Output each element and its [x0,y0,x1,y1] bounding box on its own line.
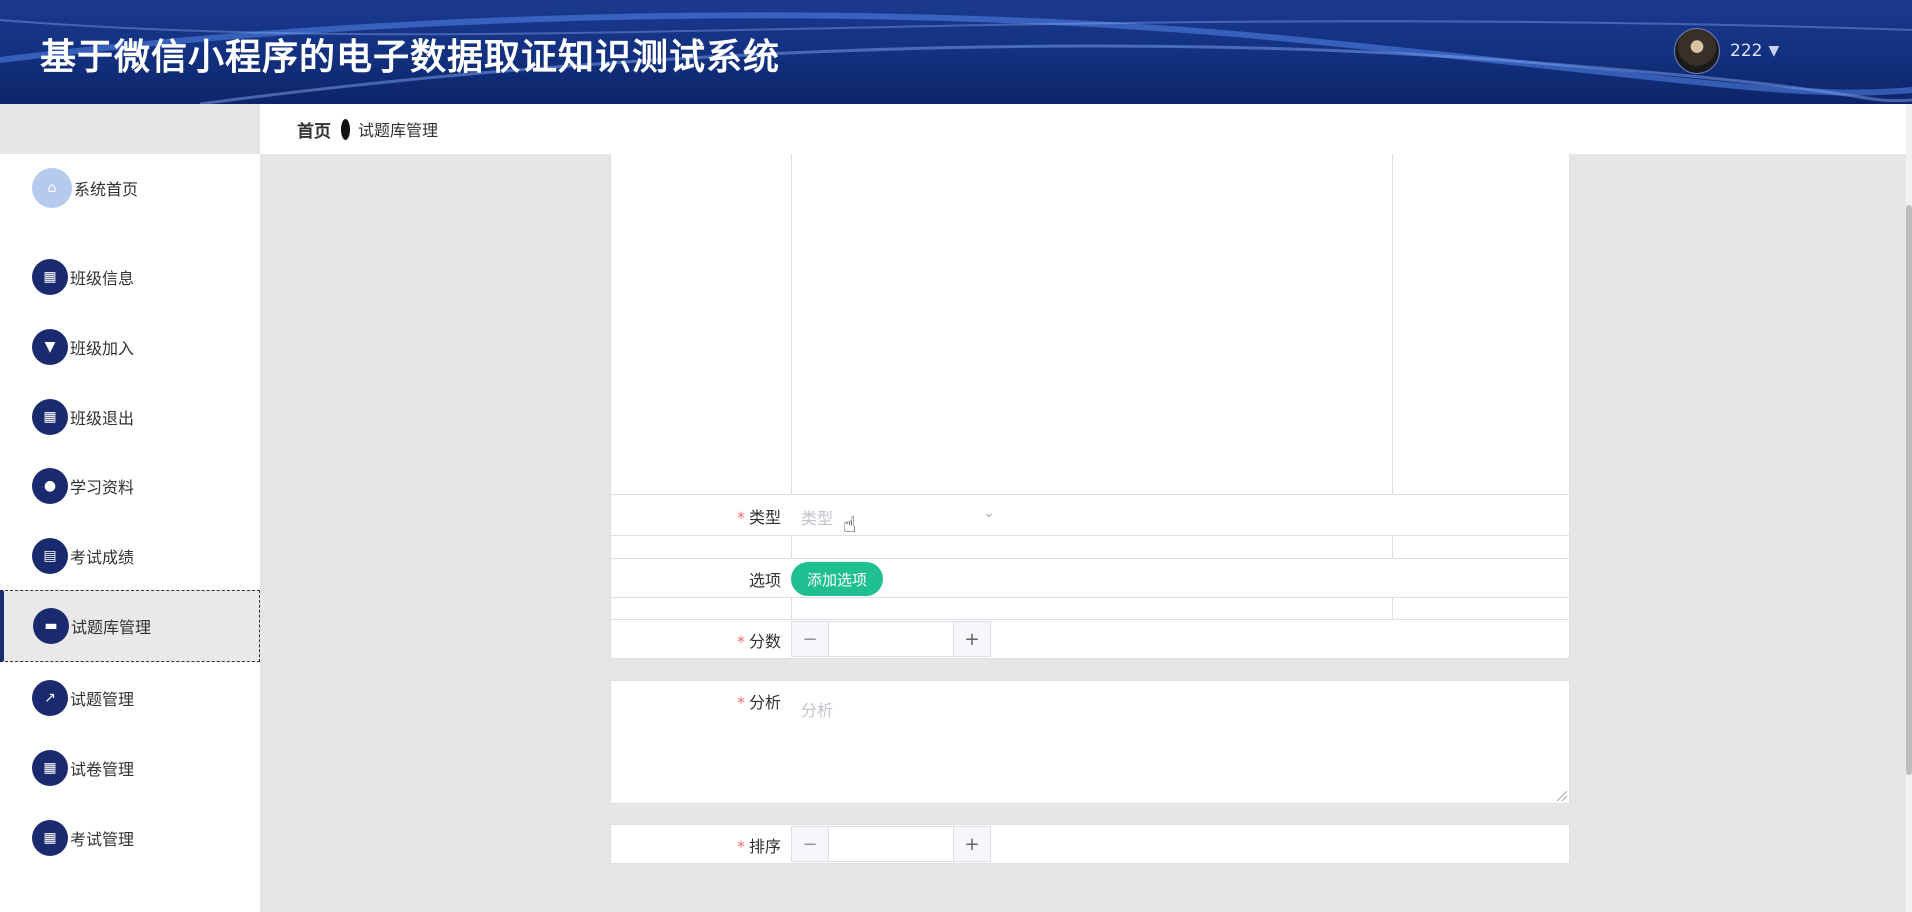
caret-down-icon[interactable]: ▼ [1768,43,1779,59]
app-header: 基于微信小程序的电子数据取证知识测试系统 222 ▼ [0,0,1912,104]
options-row: 选项 添加选项 [610,558,1570,598]
sidebar-item-question-bank[interactable]: ▬ 试题库管理 [0,590,260,662]
sort-stepper[interactable]: − + [791,826,991,862]
resize-handle-icon[interactable] [1557,791,1567,801]
score-increase-button[interactable]: + [953,622,990,656]
required-mark: * [736,693,745,712]
sidebar-item-label: 班级信息 [70,269,135,288]
sidebar: ⌂ 系统首页 ▦ 班级信息 ▼ 班级加入 ▦ 班级退出 ● 学习资料 ▤ 考试成… [0,154,260,912]
sidebar-item-label: 考试管理 [70,830,135,849]
options-label: 选项 [748,571,781,590]
analysis-textarea[interactable]: 分析 [801,697,833,721]
sort-decrease-button[interactable]: − [792,827,829,861]
analysis-label: 分析 [748,693,781,712]
breadcrumb-current: 试题库管理 [358,121,439,140]
sort-label: 排序 [748,837,781,856]
username[interactable]: 222 [1730,41,1762,61]
content-editor-row [610,154,1570,626]
score-decrease-button[interactable]: − [792,622,829,656]
type-select[interactable]: 类型 [801,505,833,529]
chevron-down-icon[interactable]: ⌄ [983,505,995,521]
score-stepper[interactable]: − + [791,621,991,657]
sidebar-item-label: 学习资料 [70,478,135,497]
sidebar-item-label: 班级加入 [70,339,135,358]
grid-icon: ▦ [32,259,68,295]
breadcrumb-separator-icon [341,118,350,140]
sidebar-item-question-manage[interactable]: ↗ 试题管理 [0,664,260,732]
sidebar-item-label: 试题库管理 [71,618,152,637]
sidebar-item-paper-manage[interactable]: ▦ 试卷管理 [0,734,260,802]
avatar[interactable] [1674,28,1720,74]
briefcase-icon: ▬ [33,608,69,644]
sort-row: * 排序 − + [610,824,1570,864]
breadcrumb-home[interactable]: 首页 [297,117,331,142]
sidebar-item-exam-scores[interactable]: ▤ 考试成绩 [0,522,260,590]
sidebar-item-label: 试卷管理 [70,760,135,779]
hand-cursor-icon: ☝ [843,513,857,538]
add-option-button[interactable]: 添加选项 [791,562,884,596]
pin-icon: ▼ [32,329,68,365]
required-mark: * [736,837,745,856]
breadcrumb: 首页 试题库管理 [260,104,1906,154]
analysis-row: * 分析 分析 [610,680,1570,804]
home-icon: ⌂ [32,168,72,208]
sidebar-item-label: 班级退出 [70,409,135,428]
score-row: * 分数 − + [610,619,1570,659]
sidebar-item-class-exit[interactable]: ▦ 班级退出 [0,383,260,451]
required-mark: * [736,632,745,651]
chart-icon: ↗ [32,680,68,716]
sort-increase-button[interactable]: + [953,827,990,861]
sidebar-item-class-join[interactable]: ▼ 班级加入 [0,313,260,381]
user-icon: ● [32,468,68,504]
type-label: 类型 [748,508,781,527]
grid-icon: ▦ [32,820,68,856]
sidebar-item-label: 考试成绩 [70,548,135,567]
sidebar-item-label: 系统首页 [74,180,139,199]
sidebar-item-home[interactable]: ⌂ 系统首页 [0,154,260,222]
score-label: 分数 [748,632,781,651]
sidebar-item-label: 试题管理 [70,690,135,709]
required-mark: * [736,508,745,527]
scrollbar-thumb[interactable] [1906,205,1912,775]
app-title: 基于微信小程序的电子数据取证知识测试系统 [40,37,781,78]
form-area: * 类型 类型 ⌄ 选项 添加选项 * 分数 − + * 分析 分析 * 排序 − + [260,154,1906,912]
sidebar-item-exam-manage[interactable]: ▦ 考试管理 [0,804,260,872]
grid-icon: ▦ [32,399,68,435]
user-menu[interactable]: 222 ▼ [1674,28,1779,74]
table-icon: ▤ [32,538,68,574]
rich-text-editor[interactable] [791,154,1393,624]
sidebar-item-study-materials[interactable]: ● 学习资料 [0,452,260,520]
grid-icon: ▦ [32,750,68,786]
sidebar-item-class-info[interactable]: ▦ 班级信息 [0,243,260,311]
type-row: * 类型 类型 ⌄ [610,494,1570,536]
